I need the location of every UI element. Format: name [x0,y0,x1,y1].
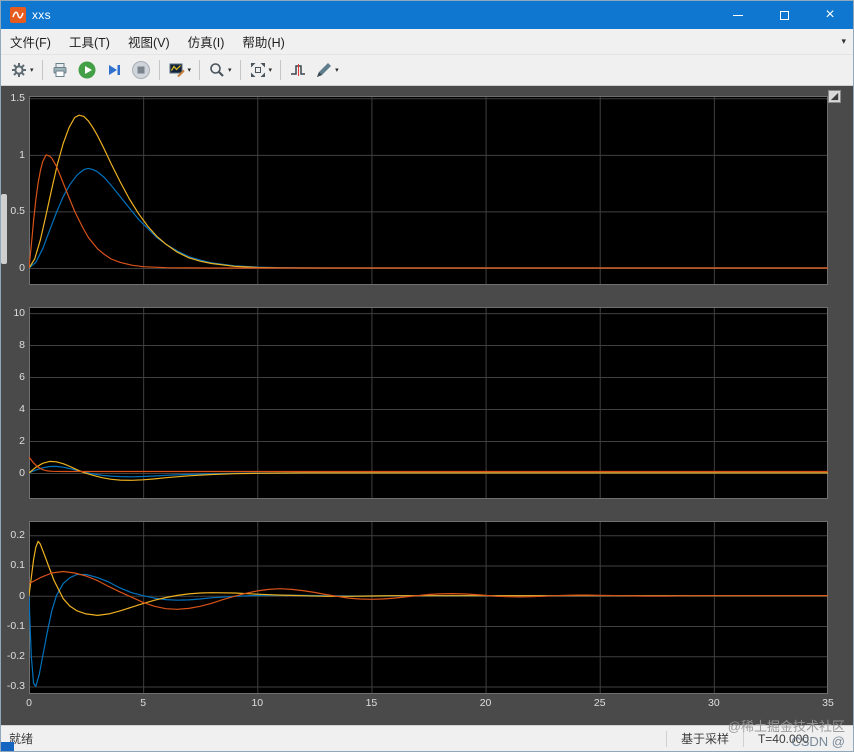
stop-icon [131,60,151,80]
plot-row-1: 0 0.5 1 1.5 [1,92,853,285]
close-button[interactable]: × [807,1,853,29]
plot-row-2: 0 2 4 6 8 10 [1,307,853,499]
x-tick-label: 0 [26,697,32,709]
highlight-signal-button[interactable]: ▾ [165,57,195,83]
page-artifact [1,742,14,751]
menu-view[interactable]: 视图(V) [119,29,179,54]
chevron-down-icon: ▾ [268,67,273,74]
x-tick-label: 35 [822,697,834,709]
printer-button[interactable] [48,57,72,83]
menu-tools[interactable]: 工具(T) [60,29,119,54]
maximize-button[interactable] [761,1,807,29]
minimize-icon [733,14,743,16]
y-tick-label: 8 [19,339,25,352]
status-separator [665,730,667,747]
toolbar-separator [239,60,241,80]
chevron-down-icon: ▾ [228,67,232,74]
y-tick-label: 0 [19,262,25,275]
y-tick-label: 0.1 [10,559,25,572]
minimize-button[interactable] [715,1,761,29]
y-tick-label: -0.3 [6,680,25,693]
window-title: xxs [32,8,51,22]
play-icon [77,60,97,80]
titlebar[interactable]: xxs × [1,1,853,29]
y-tick-label: 0 [19,589,25,602]
x-tick-label: 10 [251,697,264,709]
step-forward-icon [105,61,123,79]
step-forward-button[interactable] [102,57,126,83]
y-tick-label: -0.2 [6,650,25,663]
fit-view-icon [249,61,267,79]
chevron-down-icon: ▾ [30,67,34,74]
toolbar-separator [41,60,43,80]
menu-help[interactable]: 帮助(H) [233,29,293,54]
menu-file[interactable]: 文件(F) [1,29,60,54]
magnifier-icon [208,61,226,79]
chevron-down-icon[interactable]: ▾ [841,36,853,47]
plot-panel: 0 0.5 1 1.5 0 2 4 6 8 10 0.2 0.1 0 -0.1 -0.2 -0.3 0 5 1… [1,85,853,725]
status-sample-mode: 基于采样 [680,732,729,746]
y-tick-label: 0.5 [10,205,25,218]
y-tick-label: 6 [19,371,25,384]
window-controls: × [715,1,853,29]
x-tick-label: 30 [708,697,720,709]
trigger-button[interactable] [286,57,310,83]
stop-button[interactable] [128,57,154,83]
gear-icon [10,61,28,79]
axes-plot-2[interactable] [28,307,829,499]
zoom-button[interactable]: ▾ [205,57,235,83]
scope-window: xxs × 文件(F) 工具(T) 视图(V) 仿真(I) 帮助(H) ▾ ▾ [0,0,854,752]
y-axis-labels-3: 0.2 0.1 0 -0.1 -0.2 -0.3 [1,521,27,694]
run-button[interactable] [74,57,100,83]
chevron-down-icon: ▾ [335,67,339,74]
y-tick-label: 0 [19,466,25,479]
cursor-measurements-button[interactable]: ▾ [312,57,342,83]
simulink-scope-icon [10,7,26,23]
toolbar: ▾ ▾ ▾ ▾ ▾ [1,55,853,85]
plot-row-3: 0.2 0.1 0 -0.1 -0.2 -0.3 [1,521,853,694]
toolbar-separator [199,60,201,80]
trigger-icon [289,61,307,79]
x-tick-label: 15 [365,697,378,709]
x-tick-label: 5 [140,697,147,709]
y-tick-label: 1 [19,148,25,161]
scrollbar-artifact [1,194,7,264]
statusbar: 就绪 基于采样 T=40.000 [1,725,853,751]
axes-plot-3[interactable] [28,521,829,694]
maximize-icon [779,10,789,20]
menu-simulation[interactable]: 仿真(I) [179,29,234,54]
y-axis-labels-2: 0 2 4 6 8 10 [1,307,27,499]
axes-plot-1[interactable] [28,96,829,285]
toolbar-separator [280,60,282,80]
y-tick-label: 10 [13,307,25,320]
x-axis-labels: 0 5 10 15 20 25 30 35 [26,697,834,711]
fit-view-button[interactable]: ▾ [246,57,276,83]
printer-icon [51,61,69,79]
y-tick-label: 4 [19,402,25,415]
status-sim-time: T=40.000 [757,731,809,746]
chevron-down-icon: ▾ [187,67,192,74]
cursor-measurements-icon [315,61,333,79]
y-tick-label: 0.2 [10,529,25,542]
y-tick-label: 2 [19,434,25,447]
configure-properties-button[interactable]: ▾ [7,57,37,83]
status-separator [742,730,744,747]
menubar: 文件(F) 工具(T) 视图(V) 仿真(I) 帮助(H) ▾ [1,29,853,55]
y-tick-label: 1.5 [10,92,25,105]
x-tick-label: 25 [593,697,606,709]
x-tick-label: 20 [479,697,492,709]
signal-highlight-icon [168,61,186,79]
y-tick-label: -0.1 [6,619,25,632]
toolbar-separator [158,60,160,80]
status-right-group: 基于采样 T=40.000 [665,730,853,747]
